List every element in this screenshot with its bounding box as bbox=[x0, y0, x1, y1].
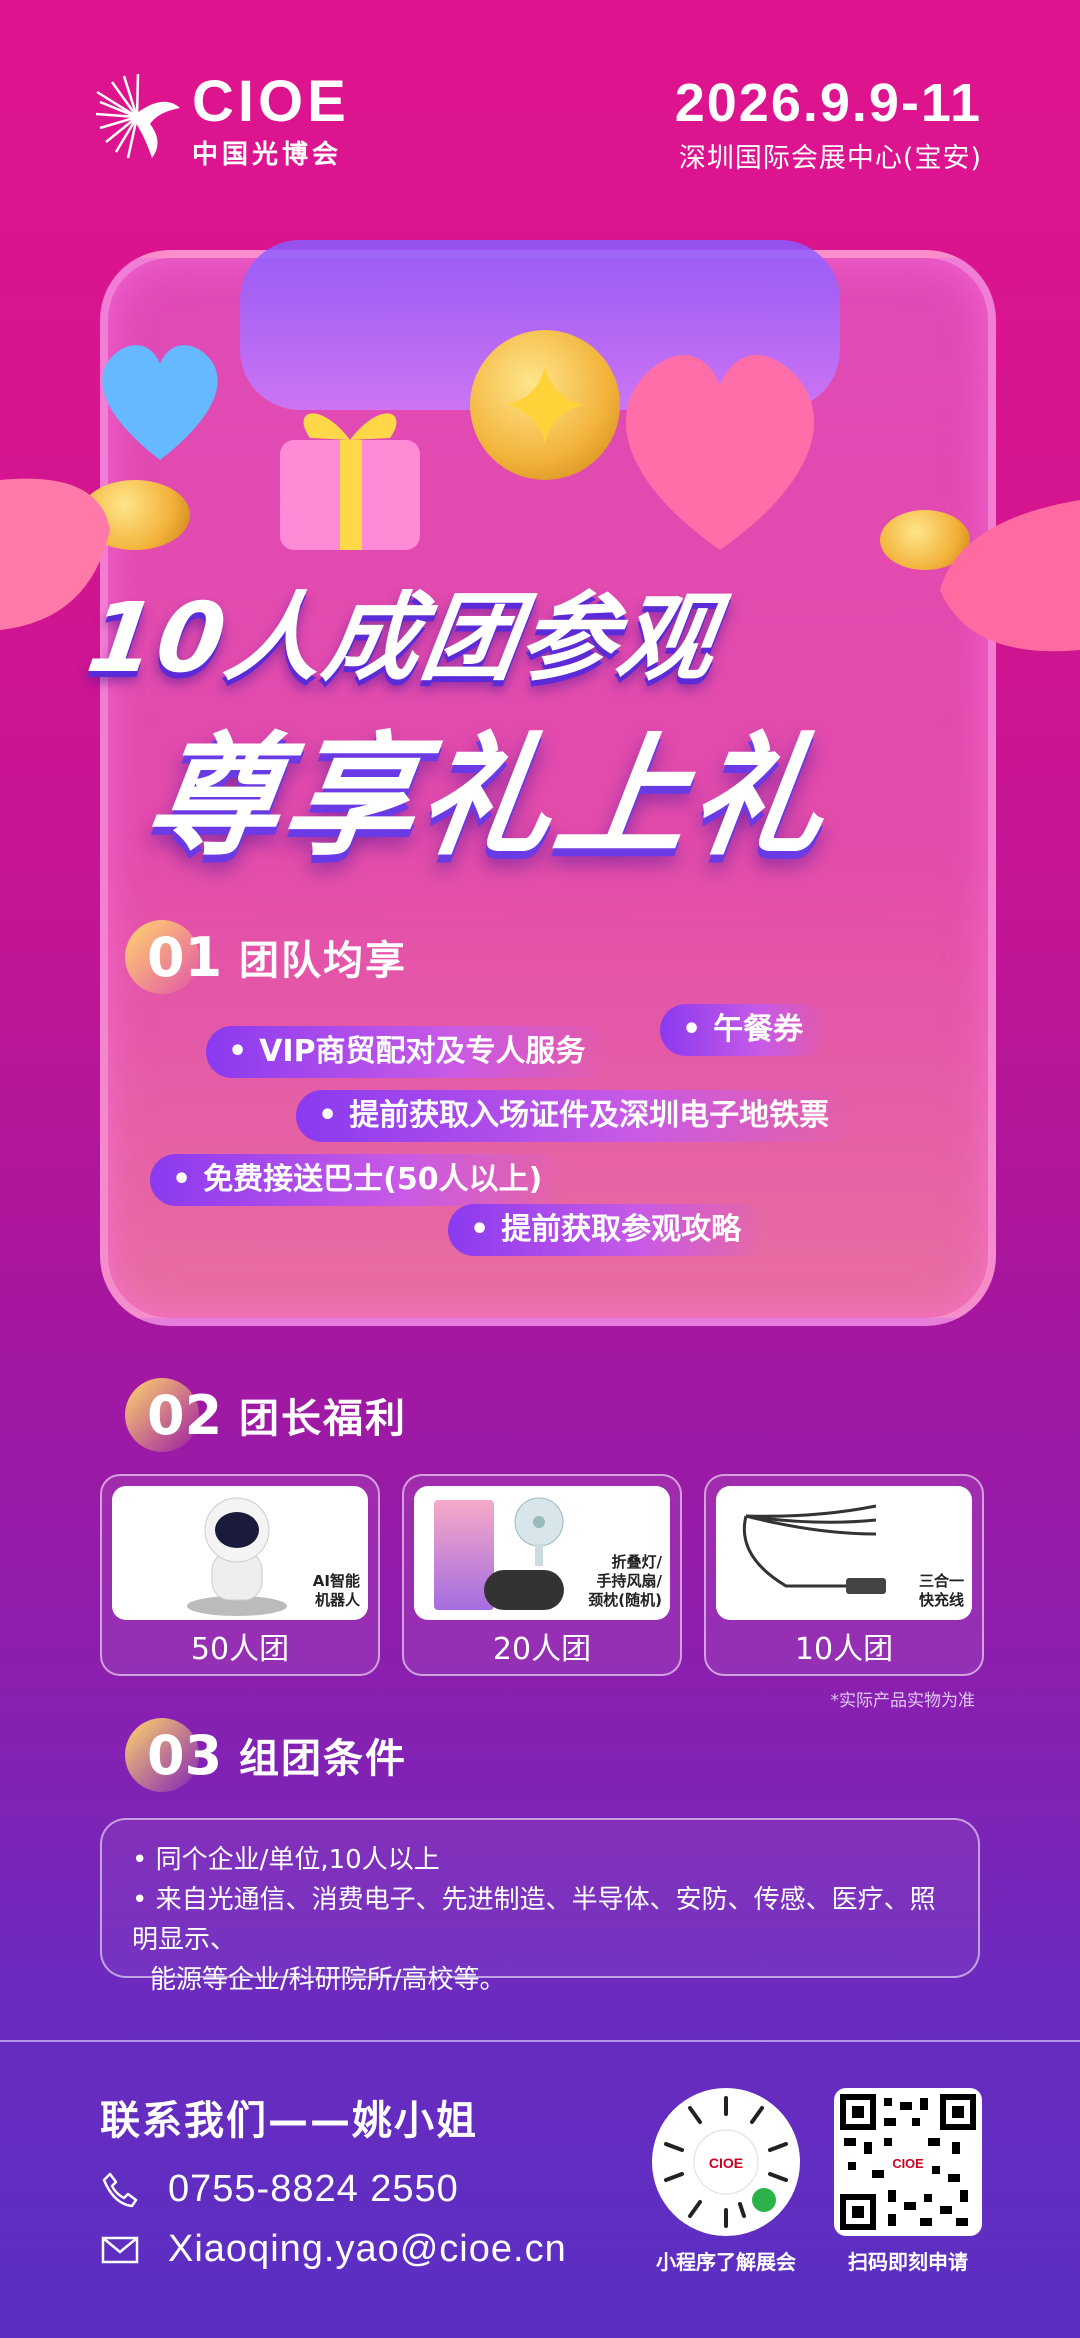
phone-row[interactable]: 0755-8824 2550 bbox=[100, 2168, 459, 2211]
charging-cable-icon bbox=[742, 1504, 886, 1594]
cioe-logo-mark-icon bbox=[95, 73, 180, 159]
reward-card-20: 折叠灯/ 手持风扇/ 颈枕(随机) 20人团 bbox=[402, 1474, 682, 1676]
phone-icon bbox=[102, 2172, 138, 2207]
benefit-pill: 午餐券 bbox=[660, 1004, 830, 1056]
reward-card-10: 三合一 快充线 10人团 bbox=[704, 1474, 984, 1676]
swoosh-right-icon bbox=[940, 500, 1080, 652]
qr-code-icon: CIOE bbox=[840, 2094, 976, 2230]
condition-line: 能源等企业/科研院所/高校等。 bbox=[150, 1965, 506, 1995]
mini-program-caption: 小程序了解展会 bbox=[656, 2250, 796, 2274]
disclaimer-note: *实际产品实物为准 bbox=[830, 1691, 976, 1711]
benefit-pill: 免费接送巴士(50人以上) bbox=[150, 1154, 569, 1206]
mini-program-code-icon: CIOE bbox=[664, 2096, 788, 2228]
gift-box-icon bbox=[280, 413, 420, 550]
benefit-pill: 提前获取参观攻略 bbox=[448, 1204, 768, 1256]
reward-tier-label: 10人团 bbox=[794, 1632, 894, 1667]
logo-text: CIOE bbox=[192, 69, 350, 134]
email-address[interactable]: Xiaoqing.yao@cioe.cn bbox=[168, 2228, 567, 2271]
section-number: 03 bbox=[125, 1718, 222, 1792]
star-icon bbox=[506, 366, 584, 444]
phone-number[interactable]: 0755-8824 2550 bbox=[168, 2168, 459, 2211]
svg-text:CIOE: CIOE bbox=[709, 2155, 743, 2171]
section-number: 02 bbox=[125, 1378, 222, 1452]
condition-line: 来自光通信、消费电子、先进制造、半导体、安防、传感、医疗、照明显示、 bbox=[132, 1880, 948, 1960]
section-leader-benefits-header: 02 团长福利 bbox=[125, 1378, 407, 1452]
reward-caption: 折叠灯/ 手持风扇/ 颈枕(随机) bbox=[588, 1553, 662, 1609]
robot-image: AI智能 机器人 bbox=[112, 1486, 368, 1620]
section-title: 团队均享 bbox=[239, 938, 407, 984]
condition-line: 同个企业/单位,10人以上 bbox=[132, 1840, 948, 1880]
section-conditions-header: 03 组团条件 bbox=[125, 1718, 407, 1792]
event-venue: 深圳国际会展中心(宝安) bbox=[678, 143, 982, 174]
cable-image: 三合一 快充线 bbox=[716, 1486, 972, 1620]
svg-text:CIOE: CIOE bbox=[892, 2156, 924, 2171]
benefit-pill: VIP商贸配对及专人服务 bbox=[206, 1026, 612, 1078]
pink-heart-icon bbox=[625, 354, 815, 550]
fan-icon bbox=[514, 1497, 564, 1566]
poster: CIOE 中国光博会 2026.9.9-11 深圳国际会展中心(宝安) 10人成… bbox=[0, 0, 1080, 2338]
hero-title-line2: 尊享礼上礼 bbox=[137, 720, 840, 874]
blue-heart-icon bbox=[102, 345, 218, 460]
reward-card-50: AI智能 机器人 50人团 bbox=[100, 1474, 380, 1676]
section-title: 团长福利 bbox=[239, 1396, 407, 1442]
benefit-pill: 提前获取入场证件及深圳电子地铁票 bbox=[296, 1090, 856, 1142]
robot-icon bbox=[187, 1497, 287, 1616]
logo-subtitle: 中国光博会 bbox=[192, 140, 343, 170]
reward-tier-label: 50人团 bbox=[190, 1632, 290, 1667]
apply-qr-code[interactable]: CIOE bbox=[834, 2088, 982, 2236]
event-date: 2026.9.9-11 bbox=[674, 73, 982, 133]
conditions-box: 同个企业/单位,10人以上 来自光通信、消费电子、先进制造、半导体、安防、传感、… bbox=[100, 1818, 980, 1995]
hero-title-line1: 10人成团参观 bbox=[80, 582, 725, 694]
reward-tier-label: 20人团 bbox=[492, 1632, 592, 1667]
contact-title: 联系我们——姚小姐 bbox=[100, 2098, 478, 2144]
cioe-logo: CIOE 中国光博会 bbox=[92, 70, 372, 170]
reward-caption: AI智能 机器人 bbox=[312, 1572, 360, 1609]
apply-qr-caption: 扫码即刻申请 bbox=[848, 2250, 968, 2274]
neck-pillow-image bbox=[484, 1570, 564, 1610]
section-number: 01 bbox=[125, 920, 222, 994]
section-team-benefits-header: 01 团队均享 bbox=[125, 920, 407, 994]
mini-program-qr[interactable]: CIOE bbox=[652, 2088, 800, 2236]
section-title: 组团条件 bbox=[239, 1736, 407, 1782]
gift-set-image: 折叠灯/ 手持风扇/ 颈枕(随机) bbox=[414, 1486, 670, 1620]
reward-caption: 三合一 快充线 bbox=[918, 1572, 964, 1609]
mail-icon bbox=[101, 2236, 139, 2263]
email-row[interactable]: Xiaoqing.yao@cioe.cn bbox=[100, 2228, 567, 2271]
footer-divider bbox=[0, 2040, 1080, 2042]
